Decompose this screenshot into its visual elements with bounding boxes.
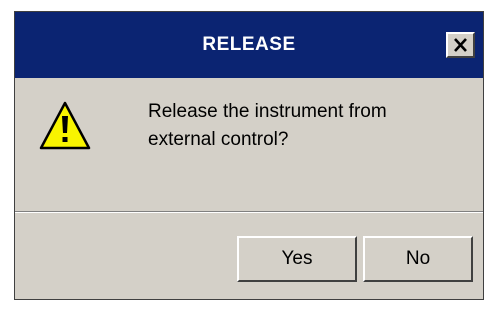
close-button[interactable] [446, 32, 475, 58]
dialog-message: Release the instrument from external con… [148, 98, 478, 154]
close-x-icon [454, 38, 467, 52]
warning-triangle-icon [39, 101, 91, 150]
dialog-title: RELEASE [202, 34, 296, 55]
divider [15, 211, 483, 213]
yes-button[interactable]: Yes [237, 236, 357, 282]
release-dialog: RELEASE Release the instrument from exte… [14, 11, 484, 300]
title-bar[interactable]: RELEASE [15, 12, 483, 78]
no-button[interactable]: No [363, 236, 473, 282]
message-line-1: Release the instrument from [148, 101, 387, 122]
message-line-2: external control? [148, 129, 289, 150]
